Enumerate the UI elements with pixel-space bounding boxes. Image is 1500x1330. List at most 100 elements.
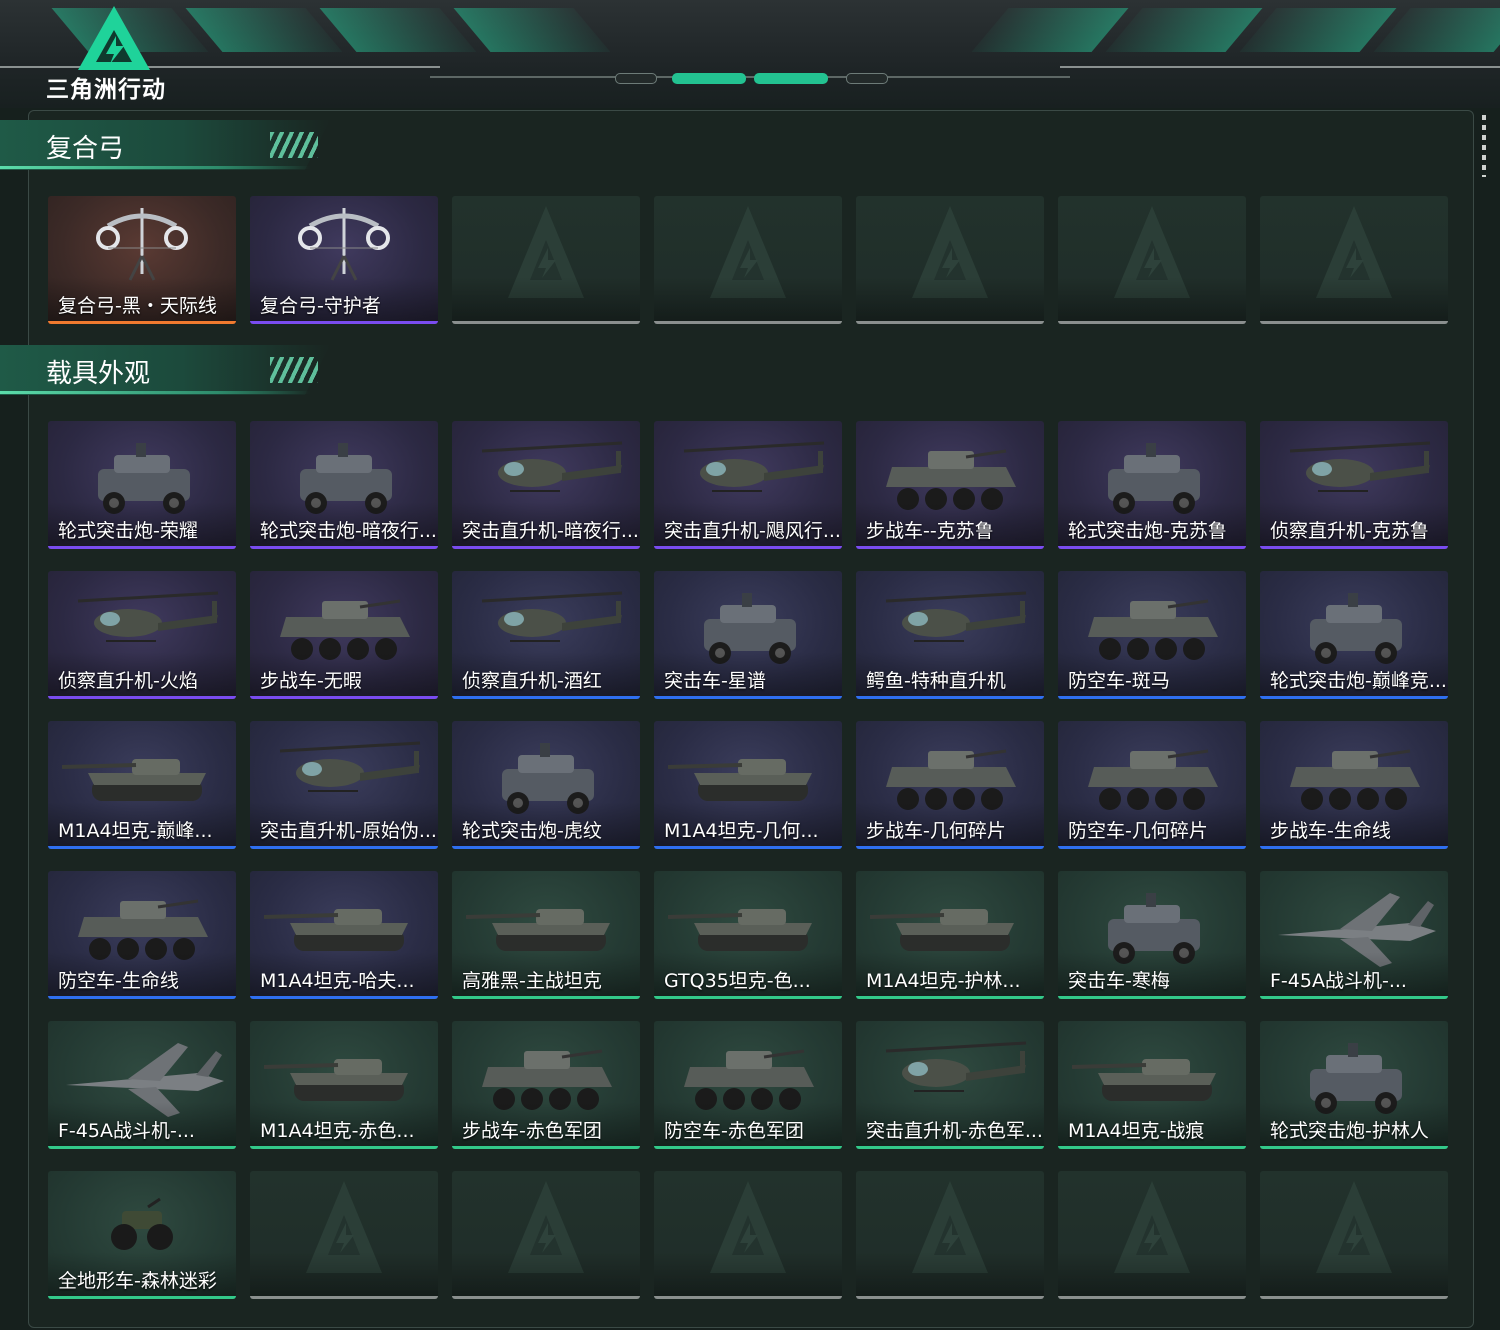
item-card[interactable]: 轮式突击炮-巅峰竞...: [1260, 571, 1448, 699]
item-name-label: 轮式突击炮-巅峰竞...: [1270, 670, 1447, 692]
item-name-label: 步战车-无暇: [260, 670, 362, 692]
section-title: 载具外观: [46, 359, 151, 389]
empty-slot-card: [452, 1171, 640, 1299]
item-card[interactable]: 高雅黑-主战坦克: [452, 871, 640, 999]
rarity-bar: [48, 1296, 236, 1299]
rarity-bar: [48, 1146, 236, 1149]
rarity-bar: [856, 1146, 1044, 1149]
item-card[interactable]: F-45A战斗机-...: [1260, 871, 1448, 999]
item-card[interactable]: M1A4坦克-巅峰...: [48, 721, 236, 849]
item-card[interactable]: 突击直升机-原始伪...: [250, 721, 438, 849]
empty-slot-card: [654, 1171, 842, 1299]
item-name-label: F-45A战斗机-...: [1270, 970, 1407, 992]
item-card[interactable]: M1A4坦克-护林...: [856, 871, 1044, 999]
item-card[interactable]: 突击直升机-飓风行...: [654, 421, 842, 549]
item-name-label: 步战车--克苏鲁: [866, 520, 994, 542]
item-name-label: 轮式突击炮-克苏鲁: [1068, 520, 1227, 542]
header-divider-center: [430, 76, 1070, 78]
item-card[interactable]: 突击直升机-赤色军...: [856, 1021, 1044, 1149]
rarity-bar: [856, 996, 1044, 999]
item-card[interactable]: GTQ35坦克-色...: [654, 871, 842, 999]
rarity-bar: [452, 696, 640, 699]
rarity-bar: [654, 996, 842, 999]
rarity-bar: [1058, 321, 1246, 324]
item-card[interactable]: 鳄鱼-特种直升机: [856, 571, 1044, 699]
item-card[interactable]: 防空车-赤色军团: [654, 1021, 842, 1149]
rarity-bar: [452, 846, 640, 849]
item-name-label: 侦察直升机-酒红: [462, 670, 602, 692]
rarity-bar: [1058, 846, 1246, 849]
item-name-label: 复合弓-守护者: [260, 295, 381, 317]
rarity-bar: [452, 996, 640, 999]
item-name-label: 复合弓-黑・天际线: [58, 295, 217, 317]
item-card[interactable]: M1A4坦克-几何...: [654, 721, 842, 849]
item-card[interactable]: 步战车-赤色军团: [452, 1021, 640, 1149]
item-card[interactable]: 轮式突击炮-虎纹: [452, 721, 640, 849]
item-card[interactable]: 步战车-几何碎片: [856, 721, 1044, 849]
item-card[interactable]: 突击直升机-暗夜行...: [452, 421, 640, 549]
item-name-label: 突击直升机-飓风行...: [664, 520, 841, 542]
empty-slot-card: [1058, 196, 1246, 324]
header-pill: [846, 73, 888, 84]
item-card[interactable]: 防空车-生命线: [48, 871, 236, 999]
item-card[interactable]: 突击车-星谱: [654, 571, 842, 699]
rarity-bar: [1058, 1296, 1246, 1299]
item-card[interactable]: 突击车-寒梅: [1058, 871, 1246, 999]
section-header-compound-bow: 复合弓: [0, 120, 330, 170]
empty-slot-card: [1260, 1171, 1448, 1299]
rarity-bar: [452, 1146, 640, 1149]
empty-slot-card: [250, 1171, 438, 1299]
item-card[interactable]: 侦察直升机-克苏鲁: [1260, 421, 1448, 549]
empty-slot-card: [856, 196, 1044, 324]
item-card[interactable]: 复合弓-黑・天际线: [48, 196, 236, 324]
rarity-bar: [856, 546, 1044, 549]
item-name-label: 防空车-生命线: [58, 970, 179, 992]
top-header: 三角洲行动: [0, 0, 1500, 108]
item-card[interactable]: 轮式突击炮-暗夜行...: [250, 421, 438, 549]
item-card[interactable]: 步战车-无暇: [250, 571, 438, 699]
item-name-label: 轮式突击炮-荣耀: [58, 520, 198, 542]
item-name-label: GTQ35坦克-色...: [664, 970, 811, 992]
scroll-indicator[interactable]: [1482, 115, 1486, 177]
item-name-label: M1A4坦克-赤色...: [260, 1120, 415, 1142]
item-card[interactable]: 复合弓-守护者: [250, 196, 438, 324]
rarity-bar: [654, 1146, 842, 1149]
empty-slot-card: [856, 1171, 1044, 1299]
rarity-bar: [48, 546, 236, 549]
rarity-bar: [452, 546, 640, 549]
item-name-label: 防空车-斑马: [1068, 670, 1170, 692]
item-card[interactable]: 侦察直升机-酒红: [452, 571, 640, 699]
item-card[interactable]: 防空车-几何碎片: [1058, 721, 1246, 849]
rarity-bar: [654, 1296, 842, 1299]
item-card[interactable]: 轮式突击炮-克苏鲁: [1058, 421, 1246, 549]
item-card[interactable]: 轮式突击炮-护林人: [1260, 1021, 1448, 1149]
rarity-bar: [654, 696, 842, 699]
rarity-bar: [48, 321, 236, 324]
item-card[interactable]: 侦察直升机-火焰: [48, 571, 236, 699]
item-card[interactable]: M1A4坦克-战痕: [1058, 1021, 1246, 1149]
item-card[interactable]: 步战车--克苏鲁: [856, 421, 1044, 549]
item-card[interactable]: 全地形车-森林迷彩: [48, 1171, 236, 1299]
item-name-label: 全地形车-森林迷彩: [58, 1270, 217, 1292]
section-header-vehicle-skins: 载具外观: [0, 345, 330, 395]
empty-slot-card: [1260, 196, 1448, 324]
rarity-bar: [654, 846, 842, 849]
rarity-bar: [48, 996, 236, 999]
header-pill-active: [754, 73, 828, 84]
rarity-bar: [1058, 1146, 1246, 1149]
item-name-label: 高雅黑-主战坦克: [462, 970, 602, 992]
rarity-bar: [250, 1296, 438, 1299]
item-card[interactable]: 轮式突击炮-荣耀: [48, 421, 236, 549]
item-name-label: 步战车-生命线: [1270, 820, 1391, 842]
header-pill: [615, 73, 657, 84]
item-card[interactable]: M1A4坦克-赤色...: [250, 1021, 438, 1149]
item-card[interactable]: 步战车-生命线: [1260, 721, 1448, 849]
app-title: 三角洲行动: [46, 77, 166, 103]
item-card[interactable]: M1A4坦克-哈夫...: [250, 871, 438, 999]
item-card[interactable]: F-45A战斗机-...: [48, 1021, 236, 1149]
item-card[interactable]: 防空车-斑马: [1058, 571, 1246, 699]
item-name-label: 鳄鱼-特种直升机: [866, 670, 1006, 692]
rarity-bar: [856, 846, 1044, 849]
rarity-bar: [654, 321, 842, 324]
item-name-label: 突击车-寒梅: [1068, 970, 1170, 992]
